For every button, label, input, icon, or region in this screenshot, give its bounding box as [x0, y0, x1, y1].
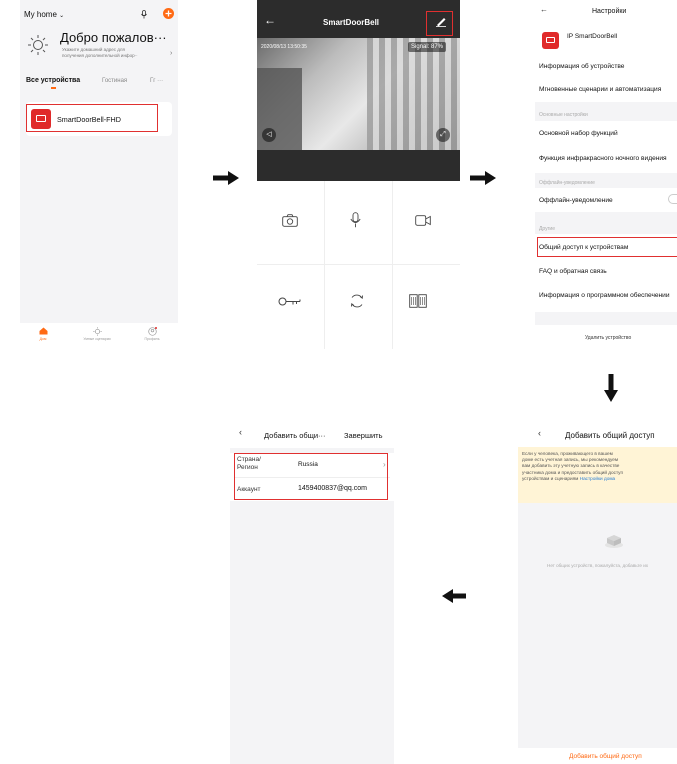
remove-device-button[interactable]: Удалить устройство [585, 335, 631, 341]
section-basic-settings: Основные настройки [539, 112, 588, 118]
empty-state-text: Нет общих устройств, пожалуйста, добавьт… [547, 563, 649, 568]
profile-icon [147, 327, 157, 336]
tab-active-indicator [51, 87, 56, 89]
share-title: Добавить общий доступ [565, 431, 655, 440]
back-chevron-icon[interactable]: ‹ [538, 428, 541, 438]
back-arrow-icon[interactable]: ← [264, 13, 276, 27]
settings-device-name: IP SmartDoorBell [567, 33, 618, 40]
highlight-device [26, 104, 158, 132]
section-offline: Оффлайн-уведомление [539, 180, 595, 186]
home-settings-link[interactable]: Настройки дома [580, 476, 615, 481]
offline-toggle[interactable] [668, 194, 677, 204]
share-notice: Если у человека, проживающего в вашем до… [518, 447, 677, 503]
notice-line-5: устройствам и сценариям [522, 475, 579, 481]
speaker-icon[interactable]: ◁ [262, 128, 276, 142]
settings-title: Настройки [592, 8, 627, 15]
microphone-talk-icon[interactable] [350, 212, 361, 228]
settings-item-night-vision[interactable]: Функция инфракрасного ночного видения [539, 155, 667, 162]
settings-item-device-info[interactable]: Информация об устройстве [539, 63, 624, 70]
home-selector[interactable]: My home ⌄ [24, 10, 64, 19]
chevron-down-icon: ⌄ [59, 13, 65, 19]
settings-item-scenes[interactable]: Мгновенные сценарии и автоматизация [539, 86, 661, 93]
tab-all-devices[interactable]: Все устройства [26, 77, 80, 84]
highlight-share-device [537, 237, 677, 257]
nav-scenes[interactable]: Умные сценарии [75, 327, 119, 341]
tab-more[interactable]: Гг ··· [150, 78, 163, 84]
signal-indicator: Signal: 87% [408, 42, 447, 52]
nav-home-label: Дом [39, 337, 47, 341]
doorbell-device-icon [542, 32, 559, 49]
camera-video-feed [257, 38, 460, 150]
add-plus-icon[interactable] [163, 8, 174, 19]
camera-title: SmartDoorBell [323, 18, 380, 27]
unlock-key-icon[interactable] [278, 297, 301, 306]
microphone-icon[interactable] [141, 10, 147, 19]
video-timestamp: 2020/08/13 13:50:35 [261, 44, 307, 50]
home-screen: My home ⌄ Добро пожалов··· Укажите домаш… [20, 0, 178, 349]
gate-open-icon[interactable] [409, 294, 427, 308]
flow-arrow-right-icon [470, 171, 496, 185]
settings-screen: ← Настройки IP SmartDoorBell Информация … [535, 0, 677, 349]
camera-screen: ← SmartDoorBell 2020/08/13 13:50:35 Sign… [257, 0, 460, 349]
nav-profile-label: Профиль [144, 337, 160, 341]
flow-arrow-right-icon [213, 171, 239, 185]
home-icon [39, 327, 47, 335]
sun-icon [28, 35, 48, 55]
empty-box-icon [605, 535, 623, 548]
nav-profile[interactable]: Профиль [140, 327, 164, 341]
add-share-screen: ‹ Добавить общи··· Завершить Страна/ Рег… [230, 420, 394, 764]
settings-item-software-info[interactable]: Информация о программном обеспечении [539, 292, 670, 299]
nav-scenes-label: Умные сценарии [83, 337, 111, 341]
fullscreen-icon[interactable]: ⤢ [436, 128, 450, 142]
camera-status-bar [257, 150, 460, 181]
rotate-refresh-icon[interactable] [349, 294, 365, 308]
highlight-share-form [234, 453, 388, 500]
tab-living-room[interactable]: Гостиная [102, 78, 127, 84]
camera-snapshot-icon[interactable] [282, 214, 298, 227]
welcome-title: Добро пожалов··· [60, 30, 167, 45]
settings-item-basic-functions[interactable]: Основной набор функций [539, 130, 618, 137]
scenes-icon [92, 327, 102, 336]
nav-home[interactable]: Дом [37, 327, 49, 341]
done-button[interactable]: Завершить [344, 431, 383, 440]
share-screen: ‹ Добавить общий доступ Если у человека,… [518, 420, 677, 764]
flow-arrow-left-icon [442, 589, 466, 603]
section-other: Другие [539, 226, 556, 232]
add-share-title: Добавить общи··· [264, 431, 326, 440]
video-record-icon[interactable] [415, 215, 431, 226]
chevron-right-icon[interactable]: › [170, 50, 172, 57]
highlight-edit [426, 11, 453, 36]
welcome-subtitle-line-1: Укажите домашний адрес для [62, 47, 125, 52]
settings-item-offline-notification: Оффлайн-уведомление [539, 197, 613, 204]
add-share-button[interactable]: Добавить общий доступ [569, 753, 642, 760]
flow-arrow-down-icon [604, 374, 618, 402]
settings-item-faq[interactable]: FAQ и обратная связь [539, 268, 607, 275]
back-chevron-icon[interactable]: ‹ [239, 427, 242, 437]
bottom-nav: Дом Умные сценарии Профиль [20, 323, 178, 349]
back-arrow-icon[interactable]: ← [540, 5, 548, 14]
home-label: My home [24, 10, 57, 19]
welcome-subtitle-line-2: получения дополнительной инфор·· [62, 53, 138, 58]
control-grid [257, 181, 460, 349]
